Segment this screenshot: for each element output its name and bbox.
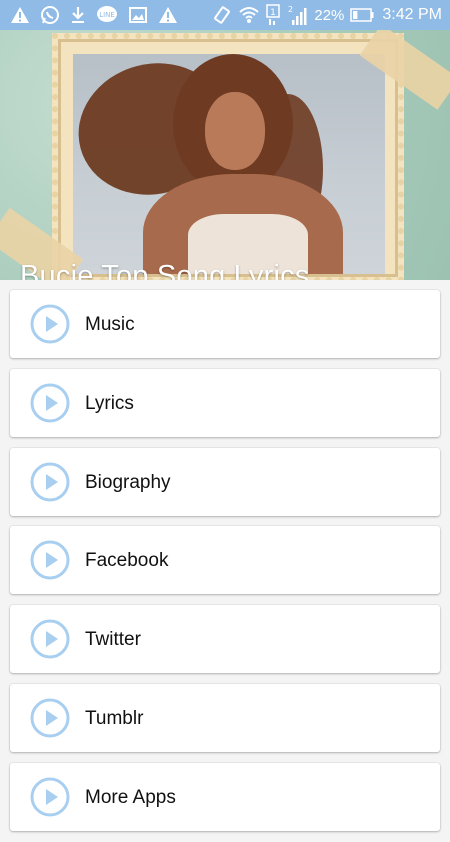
header-banner: Bucie Top Song Lyrics xyxy=(0,30,450,280)
vibrate-icon xyxy=(212,5,232,25)
signal-icon: 2 xyxy=(286,4,308,26)
menu-item-label: Twitter xyxy=(85,629,141,651)
menu-item-label: Facebook xyxy=(85,550,169,572)
menu-list: Music Lyrics Biography Facebook Twitter … xyxy=(10,290,440,842)
line-icon: LINE xyxy=(96,5,118,25)
battery-percent: 22% xyxy=(314,6,345,24)
menu-item-tumblr[interactable]: Tumblr xyxy=(10,683,440,752)
menu-item-music[interactable]: Music xyxy=(10,290,440,358)
play-circle-icon xyxy=(30,383,70,423)
wifi-icon xyxy=(238,5,260,25)
warning-icon xyxy=(10,6,30,24)
battery-icon xyxy=(350,8,374,22)
sim-label: 1 xyxy=(271,8,277,18)
menu-item-label: More Apps xyxy=(85,786,176,808)
gallery-icon xyxy=(128,6,148,24)
menu-item-lyrics[interactable]: Lyrics xyxy=(10,368,440,437)
warning-icon xyxy=(158,6,178,24)
app-title: Bucie Top Song Lyrics xyxy=(20,260,310,280)
signal-label: 2 xyxy=(288,5,293,14)
download-icon xyxy=(70,5,86,25)
system-icons: 1 2 22% 3:42 PM xyxy=(212,4,442,26)
play-circle-icon xyxy=(30,462,70,502)
play-circle-icon xyxy=(30,777,70,817)
play-circle-icon xyxy=(30,304,70,344)
whatsapp-icon xyxy=(40,5,60,25)
menu-item-label: Tumblr xyxy=(85,707,144,729)
menu-item-label: Biography xyxy=(85,471,171,493)
clock: 3:42 PM xyxy=(382,6,442,23)
menu-item-label: Lyrics xyxy=(85,392,134,414)
play-circle-icon xyxy=(30,540,70,580)
artist-photo xyxy=(73,54,385,274)
play-circle-icon xyxy=(30,619,70,659)
play-circle-icon xyxy=(30,698,70,738)
menu-item-label: Music xyxy=(85,314,135,335)
svg-text:LINE: LINE xyxy=(99,11,115,19)
status-bar: LINE 1 2 22% 3:42 PM xyxy=(0,0,450,30)
menu-item-more-apps[interactable]: More Apps xyxy=(10,762,440,831)
menu-item-facebook[interactable]: Facebook xyxy=(10,526,440,595)
menu-item-biography[interactable]: Biography xyxy=(10,447,440,516)
notification-icons: LINE xyxy=(10,5,178,25)
sim1-icon: 1 xyxy=(266,4,281,26)
menu-item-twitter[interactable]: Twitter xyxy=(10,605,440,674)
